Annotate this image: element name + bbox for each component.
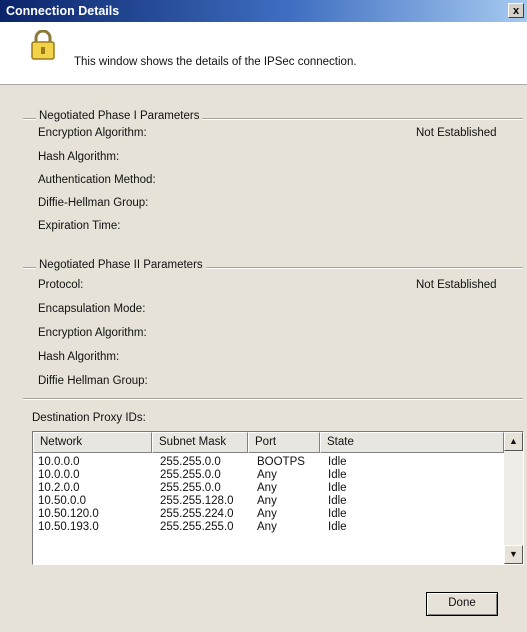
state-cell: Idle bbox=[328, 495, 347, 507]
port-cell: Any bbox=[257, 482, 277, 494]
subnet-cell: 255.255.224.0 bbox=[160, 508, 234, 520]
phase1-field: Hash Algorithm: bbox=[38, 151, 120, 163]
column-header-port[interactable]: Port bbox=[248, 432, 320, 453]
phase1-field: Authentication Method: bbox=[38, 174, 156, 186]
network-cell: 10.50.0.0 bbox=[38, 495, 86, 507]
network-cell: 10.50.120.0 bbox=[38, 508, 99, 520]
phase2-field: Encryption Algorithm: bbox=[38, 327, 147, 339]
done-button[interactable]: Done bbox=[426, 592, 498, 616]
phase2-field: Hash Algorithm: bbox=[38, 351, 120, 363]
table-row[interactable]: 10.2.0.0 255.255.0.0 Any Idle bbox=[33, 482, 504, 495]
phase1-field: Encryption Algorithm: bbox=[38, 127, 147, 139]
subnet-cell: 255.255.128.0 bbox=[160, 495, 234, 507]
column-header-network[interactable]: Network bbox=[33, 432, 152, 453]
phase1-legend: Negotiated Phase I Parameters bbox=[36, 110, 203, 122]
port-cell: Any bbox=[257, 521, 277, 533]
network-cell: 10.0.0.0 bbox=[38, 456, 80, 468]
lock-icon bbox=[31, 30, 55, 60]
table-row[interactable]: 10.50.193.0 255.255.255.0 Any Idle bbox=[33, 521, 504, 534]
subnet-cell: 255.255.0.0 bbox=[160, 469, 221, 481]
state-cell: Idle bbox=[328, 521, 347, 533]
connection-details-window: Connection Details x This window shows t… bbox=[0, 0, 527, 632]
subnet-cell: 255.255.0.0 bbox=[160, 482, 221, 494]
table-row[interactable]: 10.50.120.0 255.255.224.0 Any Idle bbox=[33, 508, 504, 521]
state-cell: Idle bbox=[328, 508, 347, 520]
phase2-field: Diffie Hellman Group: bbox=[38, 375, 148, 387]
port-cell: Any bbox=[257, 469, 277, 481]
proxy-ids-list[interactable]: Network Subnet Mask Port State 10.0.0.0 … bbox=[32, 431, 524, 565]
list-header: Network Subnet Mask Port State bbox=[33, 432, 504, 453]
header-band bbox=[0, 22, 527, 85]
proxy-divider bbox=[23, 398, 523, 400]
phase1-field: Expiration Time: bbox=[38, 220, 121, 232]
port-cell: Any bbox=[257, 495, 277, 507]
state-cell: Idle bbox=[328, 482, 347, 494]
subnet-cell: 255.255.255.0 bbox=[160, 521, 234, 533]
state-cell: Idle bbox=[328, 456, 347, 468]
scroll-down-icon[interactable]: ▼ bbox=[504, 545, 523, 564]
column-header-state[interactable]: State bbox=[320, 432, 504, 453]
phase2-status: Not Established bbox=[416, 279, 497, 291]
network-cell: 10.2.0.0 bbox=[38, 482, 80, 494]
port-cell: Any bbox=[257, 508, 277, 520]
phase2-field: Encapsulation Mode: bbox=[38, 303, 146, 315]
network-cell: 10.50.193.0 bbox=[38, 521, 99, 533]
table-row[interactable]: 10.0.0.0 255.255.0.0 BOOTPS Idle bbox=[33, 456, 504, 469]
header-description: This window shows the details of the IPS… bbox=[74, 56, 357, 68]
table-row[interactable]: 10.0.0.0 255.255.0.0 Any Idle bbox=[33, 469, 504, 482]
port-cell: BOOTPS bbox=[257, 456, 305, 468]
close-icon[interactable]: x bbox=[508, 3, 524, 18]
vertical-scrollbar[interactable]: ▲ ▼ bbox=[504, 432, 523, 564]
proxy-ids-label: Destination Proxy IDs: bbox=[32, 412, 146, 424]
state-cell: Idle bbox=[328, 469, 347, 481]
title-bar[interactable]: Connection Details x bbox=[0, 0, 527, 22]
window-title: Connection Details bbox=[6, 4, 120, 18]
subnet-cell: 255.255.0.0 bbox=[160, 456, 221, 468]
column-header-subnet-mask[interactable]: Subnet Mask bbox=[152, 432, 248, 453]
phase1-field: Diffie-Hellman Group: bbox=[38, 197, 149, 209]
phase1-status: Not Established bbox=[416, 127, 497, 139]
phase2-legend: Negotiated Phase II Parameters bbox=[36, 259, 206, 271]
table-row[interactable]: 10.50.0.0 255.255.128.0 Any Idle bbox=[33, 495, 504, 508]
scroll-up-icon[interactable]: ▲ bbox=[504, 432, 523, 451]
phase2-field: Protocol: bbox=[38, 279, 84, 291]
network-cell: 10.0.0.0 bbox=[38, 469, 80, 481]
